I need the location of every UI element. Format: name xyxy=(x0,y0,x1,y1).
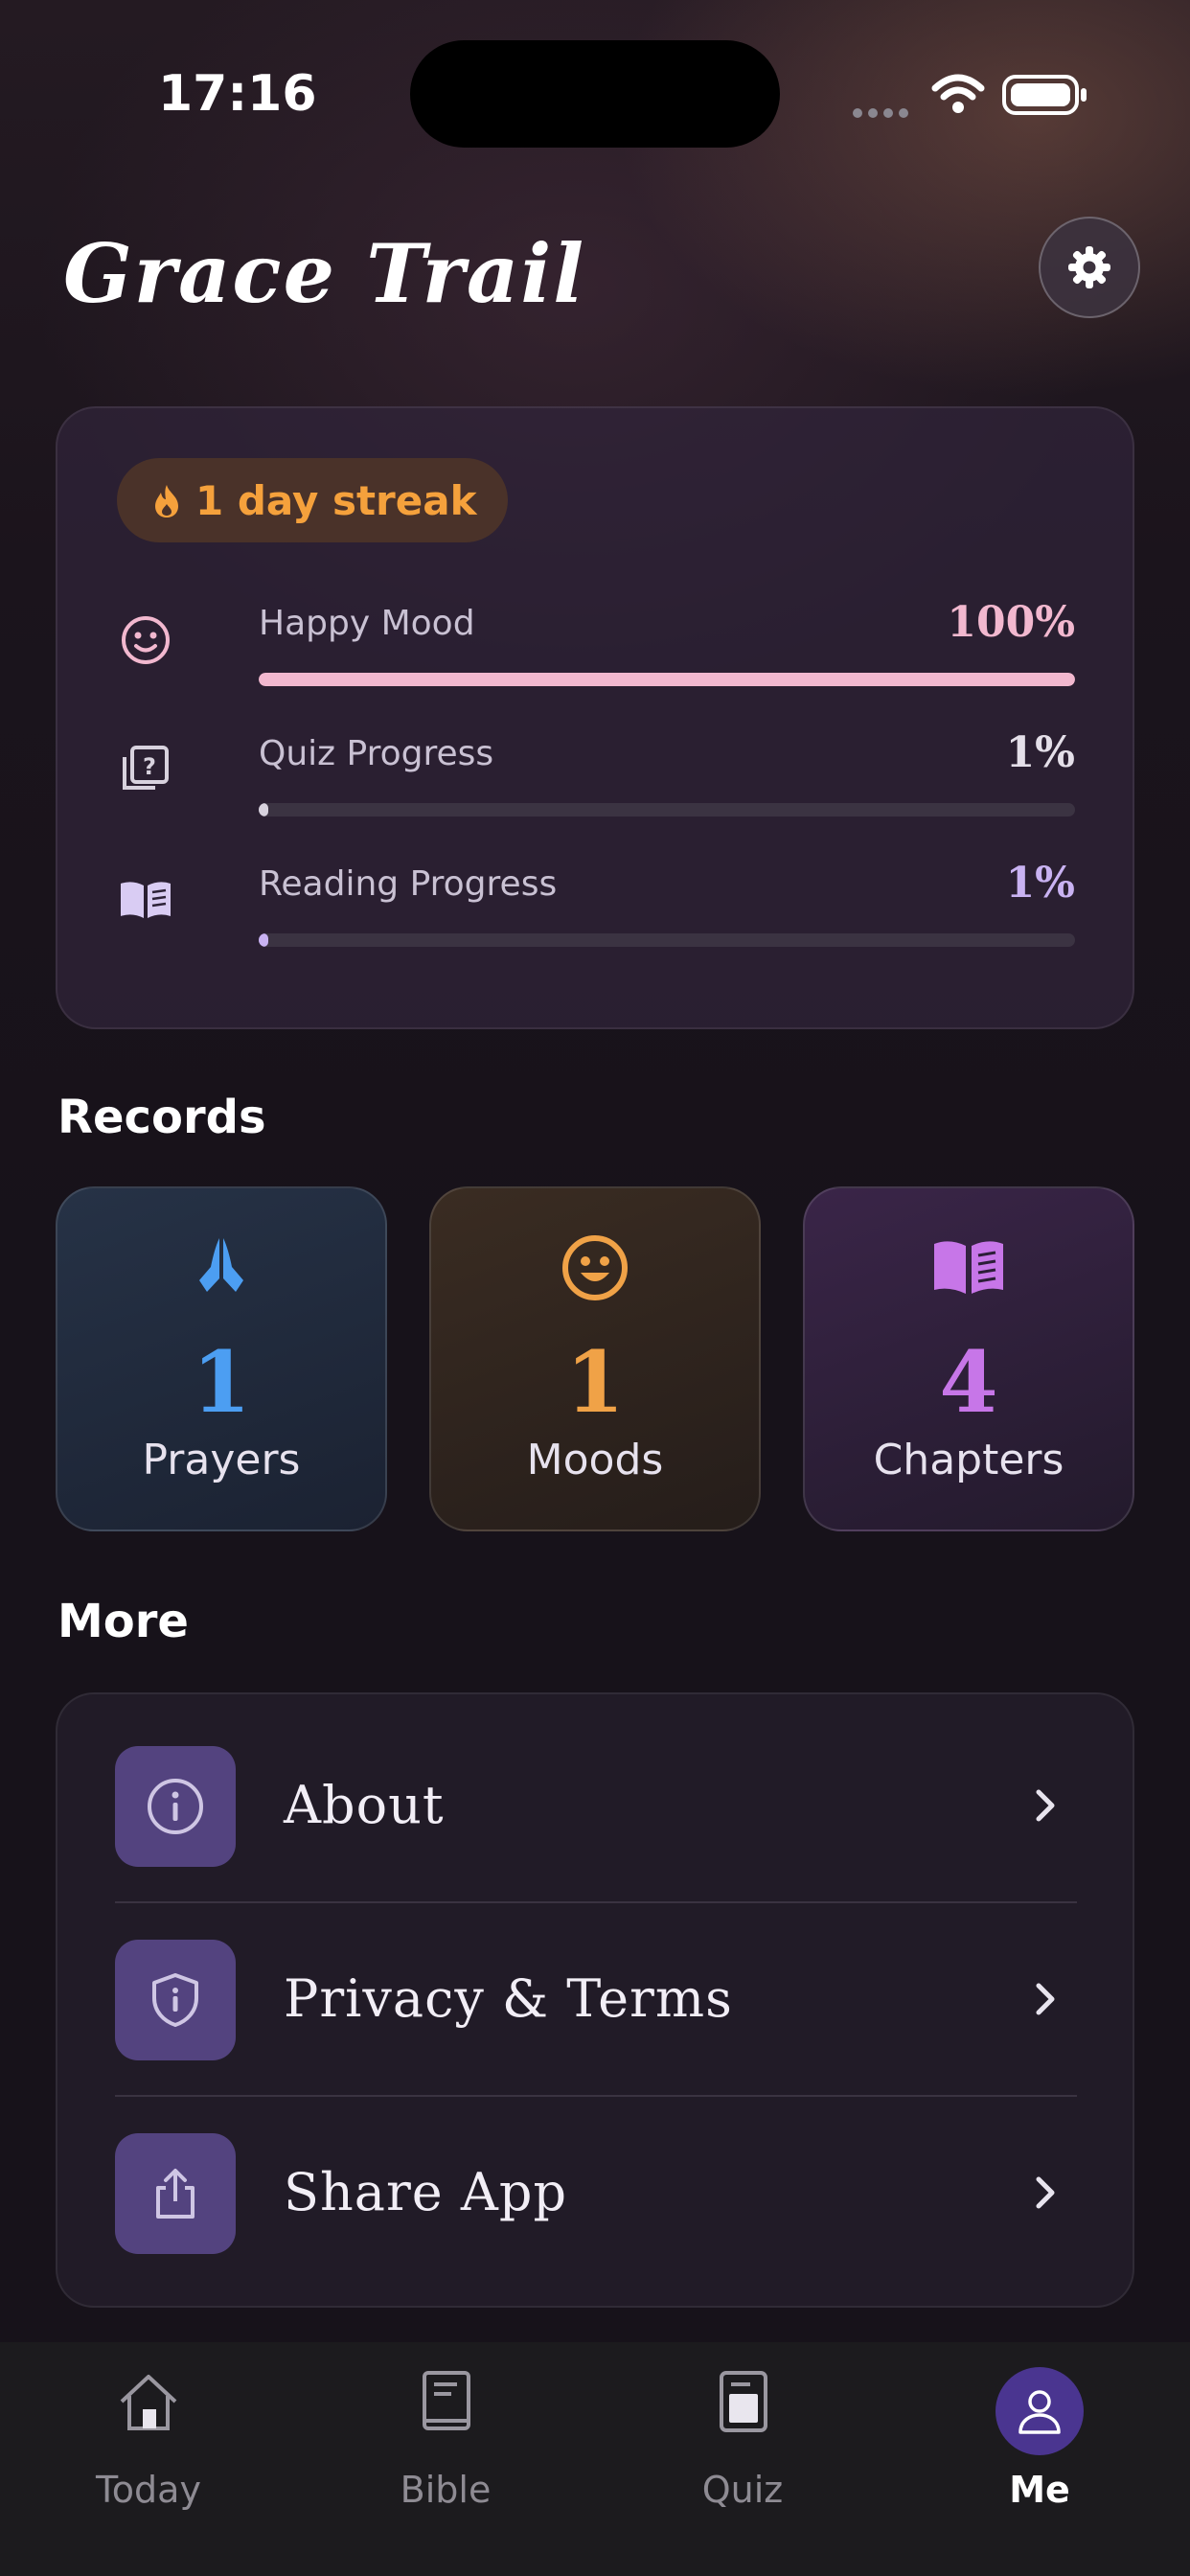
tab-label: Me xyxy=(1009,2469,1070,2511)
share-icon xyxy=(156,2169,195,2219)
progress-fill xyxy=(259,803,269,816)
records-title: Records xyxy=(57,1091,266,1144)
metric-happy-mood: Happy Mood 100% xyxy=(117,598,1075,719)
menu-item-about[interactable]: About xyxy=(115,1694,1077,1886)
quiz-icon: ? xyxy=(123,746,169,790)
me-avatar-circle xyxy=(995,2367,1084,2455)
status-time: 17:16 xyxy=(158,65,317,123)
tab-today[interactable]: Today xyxy=(0,2342,297,2534)
tab-bar: Today Bible Quiz Me xyxy=(0,2342,1190,2576)
status-bar: 17:16 xyxy=(0,0,1190,192)
record-label: Prayers xyxy=(142,1436,301,1484)
metric-label: Reading Progress xyxy=(259,864,558,904)
record-chapters[interactable]: 4 Chapters xyxy=(803,1186,1134,1531)
tab-me[interactable]: Me xyxy=(891,2342,1188,2534)
gear-icon xyxy=(1068,246,1110,288)
streak-badge: 1 day streak xyxy=(117,458,508,542)
wifi-icon xyxy=(931,73,985,119)
metric-value: 100% xyxy=(947,598,1075,647)
home-icon xyxy=(120,2375,177,2430)
chevron-right-icon xyxy=(1036,1983,1055,2015)
tab-label: Bible xyxy=(400,2469,492,2511)
person-icon xyxy=(1018,2390,1061,2434)
chevron-right-icon xyxy=(1036,1789,1055,1822)
record-count: 1 xyxy=(565,1332,625,1432)
metric-quiz-progress: ? Quiz Progress 1% xyxy=(117,728,1075,849)
metric-reading-progress: Reading Progress 1% xyxy=(117,859,1075,979)
shield-icon xyxy=(152,1973,198,2027)
praying-hands-icon xyxy=(199,1238,243,1292)
settings-button[interactable] xyxy=(1039,217,1140,318)
record-count: 1 xyxy=(192,1332,251,1432)
progress-track xyxy=(259,673,1075,686)
chevron-right-icon xyxy=(1036,2176,1055,2209)
flame-icon xyxy=(155,485,178,518)
record-count: 4 xyxy=(939,1332,998,1432)
menu-item-label: Share App xyxy=(284,2162,568,2222)
tab-quiz[interactable]: Quiz xyxy=(594,2342,891,2534)
svg-text:?: ? xyxy=(143,753,156,780)
progress-fill xyxy=(259,673,1075,686)
info-icon xyxy=(148,1779,203,1834)
metric-value: 1% xyxy=(1005,728,1075,777)
metric-value: 1% xyxy=(1005,859,1075,908)
app-title: Grace Trail xyxy=(63,226,586,321)
progress-fill xyxy=(259,933,269,947)
record-label: Chapters xyxy=(873,1436,1064,1484)
menu-item-label: About xyxy=(284,1775,445,1835)
record-moods[interactable]: 1 Moods xyxy=(429,1186,761,1531)
book-open-icon xyxy=(121,882,171,918)
signal-icon xyxy=(853,104,914,122)
menu-item-share-app[interactable]: Share App xyxy=(115,2082,1077,2273)
tab-label: Quiz xyxy=(701,2469,784,2511)
book-open-icon xyxy=(934,1241,1003,1294)
stats-card: 1 day streak Happy Mood 100% ? Quiz Prog… xyxy=(56,406,1134,1029)
smile-icon xyxy=(562,1235,628,1300)
quiz-card-icon xyxy=(720,2371,767,2432)
progress-track xyxy=(259,933,1075,947)
tab-bible[interactable]: Bible xyxy=(297,2342,594,2534)
metric-label: Happy Mood xyxy=(259,604,475,643)
bible-icon xyxy=(423,2371,470,2430)
battery-icon xyxy=(1002,75,1087,115)
more-title: More xyxy=(57,1595,189,1648)
record-label: Moods xyxy=(526,1436,664,1484)
streak-label: 1 day streak xyxy=(195,476,477,524)
progress-track xyxy=(259,803,1075,816)
smile-icon xyxy=(122,616,170,664)
tab-label: Today xyxy=(96,2469,201,2511)
menu-item-label: Privacy & Terms xyxy=(284,1968,733,2029)
record-prayers[interactable]: 1 Prayers xyxy=(56,1186,387,1531)
more-card: About Privacy & Terms Share App xyxy=(56,1692,1134,2308)
menu-item-privacy-terms[interactable]: Privacy & Terms xyxy=(115,1888,1077,2080)
metric-label: Quiz Progress xyxy=(259,734,494,773)
dynamic-island xyxy=(410,40,780,148)
